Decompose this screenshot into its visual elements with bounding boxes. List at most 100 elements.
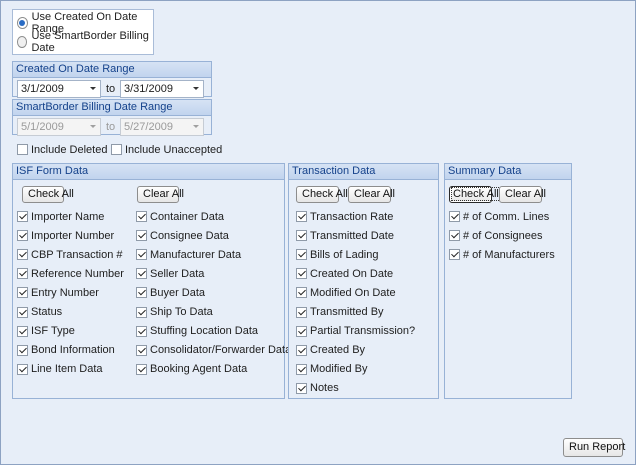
checkbox-importer-number[interactable]: Importer Number [17, 229, 114, 242]
billing-from-date-picker[interactable]: 5/1/2009 [17, 118, 101, 136]
checkbox-transaction-rate[interactable]: Transaction Rate [296, 210, 393, 223]
billing-to-label: to [106, 121, 116, 133]
checkbox-importer-name[interactable]: Importer Name [17, 210, 104, 223]
dropdown-arrow-icon [90, 125, 96, 128]
checkbox-partial-transmission[interactable]: Partial Transmission? [296, 325, 415, 338]
include-deleted-checkbox[interactable]: Include Deleted [17, 143, 107, 156]
checkbox-bills-of-lading[interactable]: Bills of Lading [296, 248, 379, 261]
checkbox-checked-icon [17, 306, 28, 318]
checkbox-bond-information[interactable]: Bond Information [17, 344, 115, 357]
checkbox-label: Stuffing Location Data [150, 325, 259, 338]
checkbox-transmitted-date[interactable]: Transmitted Date [296, 229, 394, 242]
checkbox-checked-icon [296, 344, 307, 356]
summary-check-all-button[interactable]: Check All [449, 186, 501, 203]
checkbox-checked-icon [136, 363, 147, 375]
radio-created-on[interactable]: Use Created On Date Range [17, 11, 153, 35]
checkbox-label: Bills of Lading [310, 248, 379, 261]
checkbox-transmitted-by[interactable]: Transmitted By [296, 306, 384, 319]
checkbox-label: Consignee Data [150, 229, 229, 242]
include-unaccepted-checkbox[interactable]: Include Unaccepted [111, 143, 222, 156]
checkbox-checked-icon [296, 287, 307, 299]
checkbox-checked-icon [17, 287, 28, 299]
checkbox-consolidator-forwarder-data[interactable]: Consolidator/Forwarder Data [136, 344, 291, 357]
checkbox-checked-icon [136, 344, 147, 356]
created-from-date-picker[interactable]: 3/1/2009 [17, 80, 101, 98]
checkbox-checked-icon [136, 268, 147, 280]
checkbox-checked-icon [17, 344, 28, 356]
checkbox-stuffing-location-data[interactable]: Stuffing Location Data [136, 325, 258, 338]
checkbox-of-manufacturers[interactable]: # of Manufacturers [449, 248, 555, 261]
checkbox-label: Partial Transmission? [310, 325, 416, 338]
checkbox-container-data[interactable]: Container Data [136, 210, 224, 223]
checkbox-label: # of Manufacturers [463, 248, 555, 261]
checkbox-of-consignees[interactable]: # of Consignees [449, 229, 543, 242]
isf-check-all-button[interactable]: Check All [22, 186, 74, 203]
checkbox-checked-icon [296, 249, 307, 261]
isf-clear-all-label: Clear All [143, 188, 184, 200]
checkbox-line-item-data[interactable]: Line Item Data [17, 363, 103, 376]
checkbox-notes[interactable]: Notes [296, 382, 339, 395]
checkbox-modified-by[interactable]: Modified By [296, 363, 367, 376]
checkbox-label: Notes [310, 382, 339, 395]
isf-form-data-group: ISF Form Data Check All Clear All Import… [12, 163, 291, 399]
radio-billing-date-label: Use SmartBorder Billing Date [31, 30, 149, 54]
isf-clear-all-button[interactable]: Clear All [137, 186, 184, 203]
checkbox-label: Transmitted Date [310, 229, 394, 242]
checkbox-booking-agent-data[interactable]: Booking Agent Data [136, 363, 247, 376]
checkbox-checked-icon [136, 211, 147, 222]
checkbox-checked-icon [136, 249, 147, 261]
checkbox-label: CBP Transaction # [31, 248, 123, 261]
checkbox-label: Modified On Date [310, 286, 396, 299]
checkbox-checked-icon [17, 268, 28, 280]
checkbox-seller-data[interactable]: Seller Data [136, 267, 204, 280]
checkbox-checked-icon [449, 249, 460, 261]
checkbox-label: Bond Information [31, 344, 115, 357]
run-report-label: Run Report [569, 441, 626, 453]
checkbox-manufacturer-data[interactable]: Manufacturer Data [136, 248, 241, 261]
checkbox-entry-number[interactable]: Entry Number [17, 286, 99, 299]
transaction-clear-all-button[interactable]: Clear All [348, 186, 395, 203]
created-to-date-picker[interactable]: 3/31/2009 [120, 80, 204, 98]
radio-billing-date[interactable]: Use SmartBorder Billing Date [17, 30, 153, 54]
checkbox-buyer-data[interactable]: Buyer Data [136, 286, 205, 299]
billing-to-date-picker[interactable]: 5/27/2009 [120, 118, 204, 136]
checkbox-modified-on-date[interactable]: Modified On Date [296, 286, 396, 299]
checkbox-cbp-transaction[interactable]: CBP Transaction # [17, 248, 123, 261]
checkbox-label: # of Consignees [463, 229, 543, 242]
checkbox-icon [111, 144, 122, 155]
checkbox-reference-number[interactable]: Reference Number [17, 267, 124, 280]
transaction-check-all-button[interactable]: Check All [296, 186, 348, 203]
checkbox-isf-type[interactable]: ISF Type [17, 325, 75, 338]
checkbox-label: Booking Agent Data [150, 363, 248, 376]
checkbox-label: ISF Type [31, 325, 75, 338]
checkbox-checked-icon [136, 230, 147, 242]
checkbox-label: Manufacturer Data [150, 248, 242, 261]
checkbox-checked-icon [17, 363, 28, 375]
checkbox-status[interactable]: Status [17, 306, 62, 319]
billing-from-value: 5/1/2009 [21, 121, 64, 133]
summary-clear-all-button[interactable]: Clear All [499, 186, 546, 203]
checkbox-created-by[interactable]: Created By [296, 344, 365, 357]
checkbox-of-comm-lines[interactable]: # of Comm. Lines [449, 210, 549, 223]
transaction-check-all-label: Check All [302, 188, 348, 200]
checkbox-label: Consolidator/Forwarder Data [150, 344, 292, 357]
checkbox-consignee-data[interactable]: Consignee Data [136, 229, 229, 242]
checkbox-checked-icon [296, 230, 307, 242]
checkbox-checked-icon [449, 230, 460, 242]
checkbox-created-on-date[interactable]: Created On Date [296, 267, 393, 280]
run-report-button[interactable]: Run Report [563, 438, 626, 457]
transaction-clear-all-label: Clear All [354, 188, 395, 200]
checkbox-checked-icon [17, 211, 28, 222]
checkbox-checked-icon [296, 382, 307, 394]
checkbox-checked-icon [449, 211, 460, 222]
checkbox-label: Status [31, 306, 63, 318]
checkbox-label: Seller Data [150, 267, 205, 280]
checkbox-checked-icon [136, 287, 147, 299]
checkbox-ship-to-data[interactable]: Ship To Data [136, 306, 213, 319]
checkbox-checked-icon [296, 363, 307, 375]
summary-data-title: Summary Data [445, 164, 571, 180]
created-to-value: 3/31/2009 [124, 83, 173, 95]
checkbox-checked-icon [17, 230, 28, 242]
created-to-label: to [106, 83, 116, 95]
checkbox-label: Importer Name [31, 210, 105, 223]
